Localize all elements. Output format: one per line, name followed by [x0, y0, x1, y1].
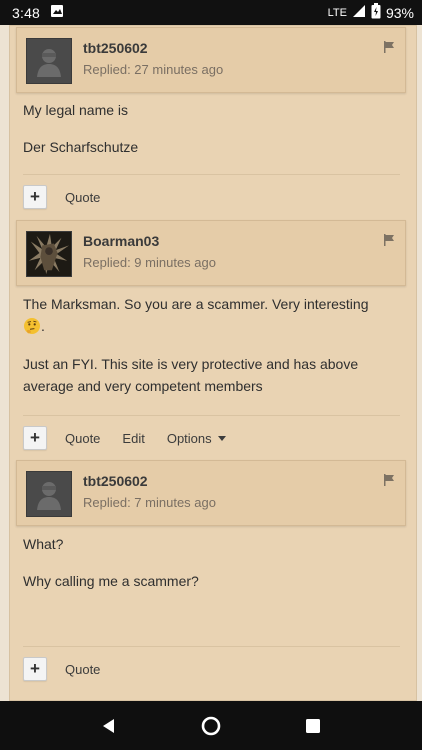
- thinking-face-emoji-icon: [24, 318, 40, 334]
- battery-icon: [371, 3, 381, 22]
- post-paragraph: The Marksman. So you are a scammer. Very…: [23, 296, 369, 312]
- post-username[interactable]: tbt250602: [83, 473, 148, 489]
- quote-button[interactable]: Quote: [65, 190, 100, 205]
- post-timestamp: Replied: 27 minutes ago: [83, 62, 224, 77]
- navigation-bar: [0, 701, 422, 750]
- default-avatar-icon[interactable]: [26, 38, 72, 84]
- back-button[interactable]: [97, 714, 121, 738]
- battery-percentage: 93%: [385, 4, 414, 21]
- edit-button[interactable]: Edit: [122, 431, 144, 446]
- network-type: LTE: [327, 6, 347, 19]
- signal-icon: [352, 4, 366, 21]
- post-username[interactable]: Boarman03: [83, 233, 159, 249]
- post-paragraph: What?: [23, 536, 64, 552]
- add-reaction-button[interactable]: +: [23, 185, 47, 209]
- options-label: Options: [166, 430, 212, 446]
- paragraph-end-period: .: [41, 318, 45, 334]
- default-avatar-icon[interactable]: [26, 471, 72, 517]
- post-actions: + Quote: [23, 657, 400, 681]
- status-bar: 3:48 LTE 93%: [0, 0, 422, 25]
- add-reaction-button[interactable]: +: [23, 426, 47, 450]
- post-divider: [23, 415, 400, 416]
- post-paragraph: Der Scharfschutze: [23, 139, 139, 155]
- status-time: 3:48: [12, 4, 41, 21]
- post-timestamp: Replied: 9 minutes ago: [83, 255, 216, 270]
- post-divider: [23, 174, 400, 175]
- post-actions: + Quote: [23, 185, 400, 209]
- post-header: Boarman03 Replied: 9 minutes ago: [16, 220, 406, 286]
- report-flag-icon[interactable]: [383, 234, 395, 246]
- home-button[interactable]: [199, 714, 223, 738]
- chevron-down-icon: [217, 435, 226, 441]
- status-right: LTE 93%: [328, 3, 414, 22]
- recents-square-icon: [306, 718, 320, 733]
- post-divider: [23, 646, 400, 647]
- post-actions: + Quote Edit Options: [23, 426, 400, 450]
- post-username[interactable]: tbt250602: [83, 40, 148, 56]
- post-header: tbt250602 Replied: 7 minutes ago: [16, 460, 406, 526]
- post-paragraph: My legal name is: [23, 102, 129, 118]
- user-avatar[interactable]: [26, 231, 72, 277]
- post-paragraph-container: The Marksman. So you are a scammer. Very…: [23, 293, 398, 337]
- report-flag-icon[interactable]: [383, 474, 395, 486]
- quote-button[interactable]: Quote: [65, 431, 100, 446]
- image-notification-icon: [50, 4, 64, 21]
- thread-content[interactable]: tbt250602 Replied: 27 minutes ago My leg…: [0, 25, 422, 701]
- add-reaction-button[interactable]: +: [23, 657, 47, 681]
- options-dropdown[interactable]: Options: [167, 431, 226, 446]
- quote-button[interactable]: Quote: [65, 662, 100, 677]
- report-flag-icon[interactable]: [383, 41, 395, 53]
- post-timestamp: Replied: 7 minutes ago: [83, 495, 216, 510]
- post-paragraph: Why calling me a scammer?: [23, 573, 199, 589]
- post-paragraph: Just an FYI. This site is very protectiv…: [23, 356, 359, 394]
- back-triangle-icon: [103, 718, 114, 733]
- recents-button[interactable]: [301, 714, 325, 738]
- post-header: tbt250602 Replied: 27 minutes ago: [16, 27, 406, 93]
- status-left: 3:48: [12, 4, 64, 21]
- home-circle-icon: [201, 716, 221, 735]
